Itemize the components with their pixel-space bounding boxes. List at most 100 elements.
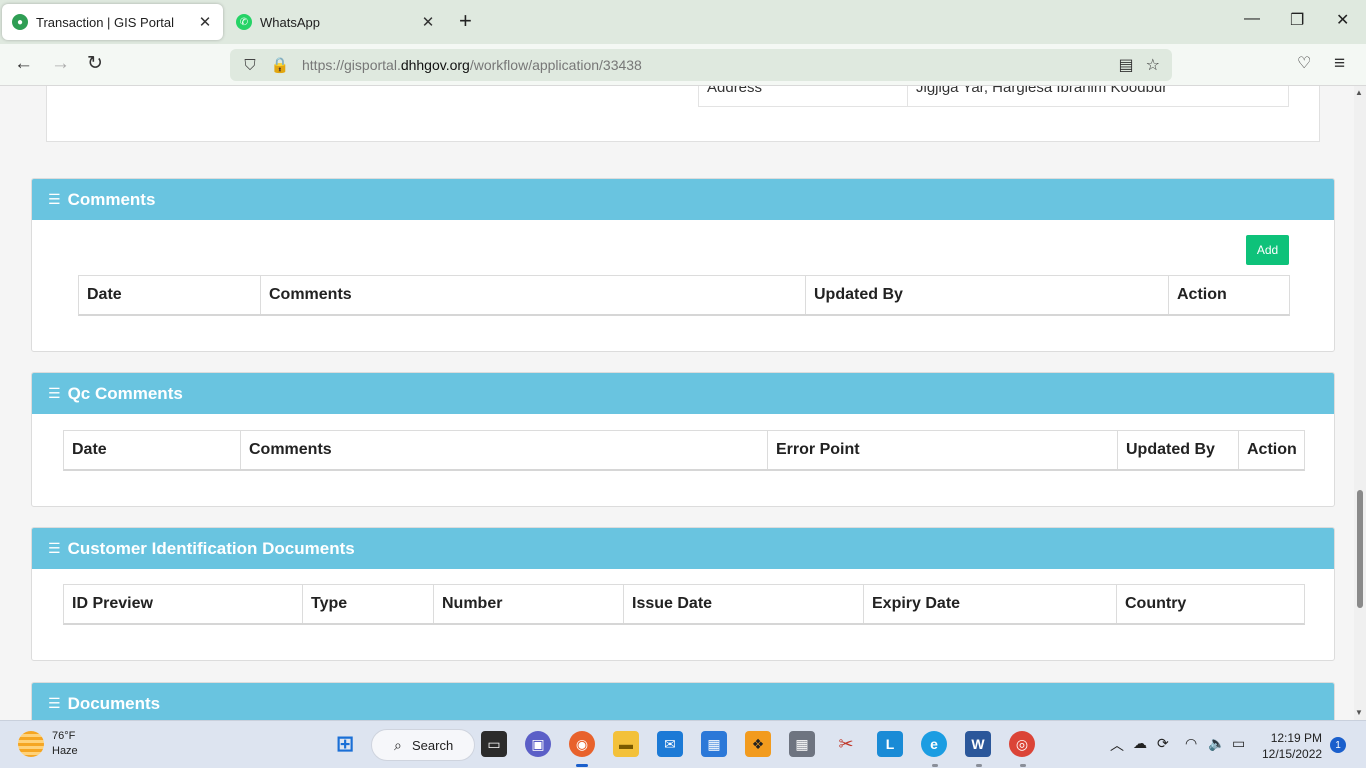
- app-l-icon[interactable]: L: [877, 731, 903, 757]
- onedrive-icon[interactable]: ☁: [1133, 735, 1147, 752]
- temperature: 76°F: [52, 730, 76, 742]
- col-updated-by[interactable]: Updated By: [806, 276, 1169, 314]
- battery-icon[interactable]: ▭: [1232, 735, 1245, 752]
- col-comments[interactable]: Comments: [241, 431, 768, 469]
- reload-icon[interactable]: ↻: [87, 53, 103, 75]
- url-text[interactable]: https://gisportal.dhhgov.org/workflow/ap…: [302, 57, 1119, 73]
- address-label: Address: [699, 86, 908, 106]
- volume-icon[interactable]: 🔈: [1208, 735, 1225, 752]
- add-comment-button[interactable]: Add: [1246, 235, 1289, 265]
- clock-time: 12:19 PM: [1270, 731, 1323, 745]
- page-content: Address Jigjiga Yar, Hargiesa Ibrahim Ko…: [0, 86, 1354, 720]
- restore-icon[interactable]: ❐: [1290, 10, 1304, 30]
- clock-date: 12/15/2022: [1262, 747, 1323, 761]
- menu-icon[interactable]: ≡: [1334, 53, 1345, 75]
- running-app-indicator: [932, 764, 938, 767]
- col-action[interactable]: Action: [1169, 276, 1289, 314]
- customer-id-documents-header: ☰ Customer Identification Documents: [32, 528, 1334, 569]
- pocket-icon[interactable]: ♡: [1297, 53, 1311, 75]
- col-country[interactable]: Country: [1117, 585, 1304, 623]
- qc-comments-panel: ☰ Qc Comments Date Comments Error Point …: [31, 372, 1335, 507]
- tab-title: Transaction | GIS Portal: [36, 14, 175, 30]
- documents-title: Documents: [67, 693, 161, 713]
- col-error-point[interactable]: Error Point: [768, 431, 1118, 469]
- url-path: /workflow/application/33438: [469, 57, 642, 73]
- calculator-icon[interactable]: ▦: [789, 731, 815, 757]
- scroll-down-arrow-icon[interactable]: ▼: [1355, 708, 1363, 717]
- documents-header: ☰ Documents: [32, 683, 1334, 720]
- customer-docs-table-header: ID Preview Type Number Issue Date Expiry…: [63, 584, 1305, 625]
- tab-transaction[interactable]: ● Transaction | GIS Portal ✕: [2, 4, 223, 40]
- chrome-icon[interactable]: ◎: [1009, 731, 1035, 757]
- col-date[interactable]: Date: [64, 431, 241, 469]
- col-updated-by[interactable]: Updated By: [1118, 431, 1239, 469]
- system-clock[interactable]: 12:19 PM 12/15/2022: [1262, 730, 1322, 762]
- close-tab-icon[interactable]: ✕: [420, 13, 436, 31]
- word-icon[interactable]: W: [965, 731, 991, 757]
- reader-view-icon[interactable]: ▤: [1119, 55, 1134, 75]
- forward-arrow-icon[interactable]: →: [51, 53, 70, 75]
- haze-weather-icon: [18, 731, 44, 757]
- file-explorer-icon[interactable]: ▬: [613, 731, 639, 757]
- minimize-icon[interactable]: —: [1244, 10, 1260, 28]
- comments-title: Comments: [67, 189, 156, 209]
- taskbar-search[interactable]: ⌕ Search: [371, 729, 475, 761]
- firefox-icon[interactable]: ◉: [569, 731, 595, 757]
- col-date[interactable]: Date: [79, 276, 261, 314]
- whatsapp-favicon-icon: ✆: [236, 14, 252, 30]
- col-type[interactable]: Type: [303, 585, 434, 623]
- col-expiry-date[interactable]: Expiry Date: [864, 585, 1117, 623]
- scroll-thumb[interactable]: [1357, 490, 1363, 608]
- mail-icon[interactable]: ✉: [657, 731, 683, 757]
- address-bar[interactable]: ⛉ 🔒 https://gisportal.dhhgov.org/workflo…: [230, 49, 1172, 81]
- list-icon: ☰: [48, 385, 61, 401]
- comments-panel: ☰ Comments Add Date Comments Updated By …: [31, 178, 1335, 352]
- col-comments[interactable]: Comments: [261, 276, 806, 314]
- wifi-icon[interactable]: ◠: [1185, 735, 1197, 752]
- qc-comments-table-header: Date Comments Error Point Updated By Act…: [63, 430, 1305, 471]
- lock-icon[interactable]: 🔒: [270, 56, 290, 74]
- window-close-icon[interactable]: ✕: [1336, 10, 1349, 30]
- sync-icon[interactable]: ⟳: [1157, 735, 1169, 752]
- show-hidden-icons-icon[interactable]: ︿: [1110, 735, 1124, 755]
- qc-comments-header: ☰ Qc Comments: [32, 373, 1334, 414]
- address-value: Jigjiga Yar, Hargiesa Ibrahim Koodbur: [916, 86, 1168, 96]
- page-scrollbar[interactable]: ▲ ▼: [1354, 86, 1366, 720]
- applicant-details-panel: Address Jigjiga Yar, Hargiesa Ibrahim Ko…: [46, 86, 1320, 142]
- comments-header: ☰ Comments: [32, 179, 1334, 220]
- col-id-preview[interactable]: ID Preview: [64, 585, 303, 623]
- windows-start-icon[interactable]: ⊞: [332, 731, 358, 757]
- edge-icon[interactable]: e: [921, 731, 947, 757]
- chat-icon[interactable]: ▣: [525, 731, 551, 757]
- snipping-tool-icon[interactable]: ✂: [833, 731, 859, 757]
- bookmark-star-icon[interactable]: ☆: [1146, 55, 1160, 75]
- col-action[interactable]: Action: [1239, 431, 1304, 469]
- running-app-indicator: [1020, 764, 1026, 767]
- tab-whatsapp[interactable]: ✆ WhatsApp ✕: [226, 4, 446, 40]
- scroll-up-arrow-icon[interactable]: ▲: [1355, 88, 1363, 97]
- weather-condition: Haze: [52, 745, 78, 757]
- tab-title: WhatsApp: [260, 14, 320, 30]
- col-issue-date[interactable]: Issue Date: [624, 585, 864, 623]
- customer-id-documents-panel: ☰ Customer Identification Documents ID P…: [31, 527, 1335, 661]
- list-icon: ☰: [48, 695, 61, 711]
- browser-nav-bar: ← → ↻ ⛉ 🔒 https://gisportal.dhhgov.org/w…: [0, 44, 1366, 86]
- browser-tab-bar: ● Transaction | GIS Portal ✕ ✆ WhatsApp …: [0, 0, 1366, 44]
- customer-id-documents-title: Customer Identification Documents: [67, 538, 355, 558]
- comments-table-header: Date Comments Updated By Action: [78, 275, 1290, 316]
- search-icon: ⌕: [394, 736, 402, 753]
- list-icon: ☰: [48, 540, 61, 556]
- back-arrow-icon[interactable]: ←: [14, 53, 33, 75]
- weather-widget[interactable]: 76°F Haze: [18, 729, 78, 759]
- new-tab-icon[interactable]: +: [459, 10, 472, 32]
- col-number[interactable]: Number: [434, 585, 624, 623]
- shield-icon[interactable]: ⛉: [240, 57, 260, 74]
- list-icon: ☰: [48, 191, 61, 207]
- qc-comments-title: Qc Comments: [67, 383, 183, 403]
- task-view-icon[interactable]: ▭: [481, 731, 507, 757]
- close-tab-icon[interactable]: ✕: [197, 13, 213, 31]
- search-label: Search: [412, 737, 454, 753]
- notification-badge[interactable]: 1: [1330, 737, 1346, 753]
- microsoft-store-icon[interactable]: ▦: [701, 731, 727, 757]
- app-orange-icon[interactable]: ❖: [745, 731, 771, 757]
